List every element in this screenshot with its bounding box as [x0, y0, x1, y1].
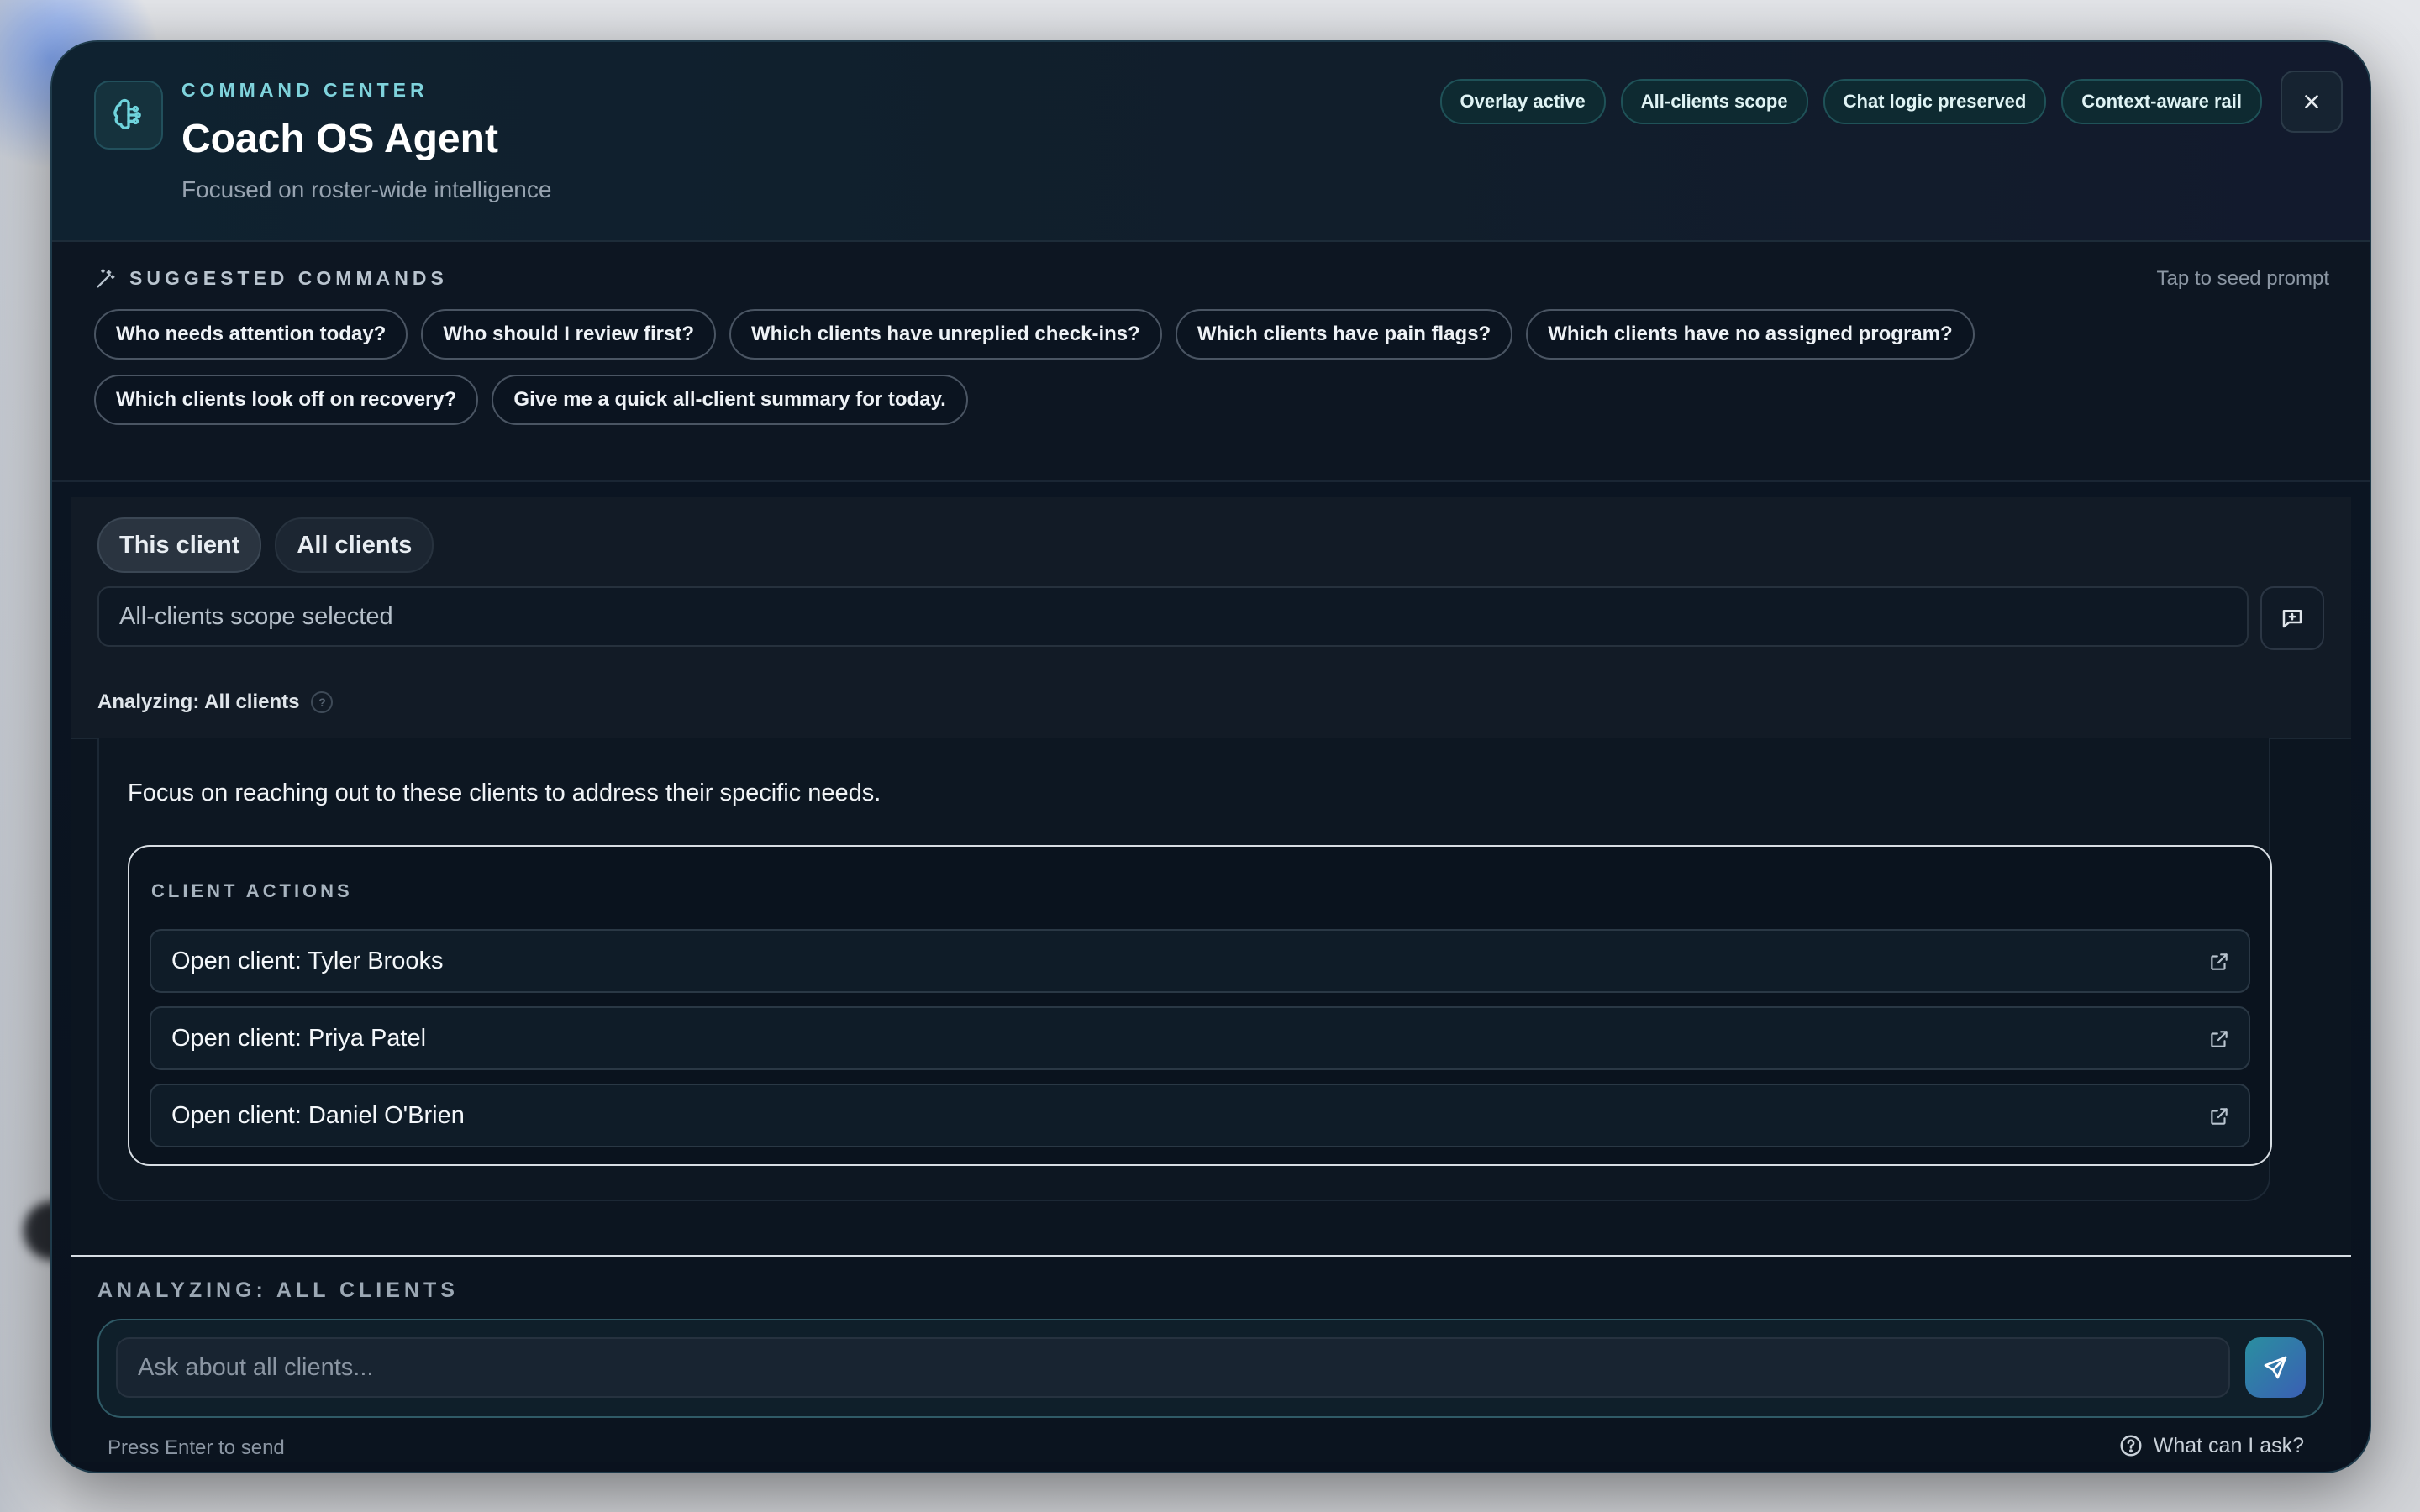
command-chip[interactable]: Who should I review first?	[421, 309, 717, 360]
status-badge: Overlay active	[1439, 79, 1606, 124]
open-client-button[interactable]: Open client: Daniel O'Brien	[150, 1084, 2250, 1147]
open-client-label: Open client: Tyler Brooks	[171, 947, 444, 974]
what-can-i-ask-link[interactable]: What can I ask?	[2118, 1433, 2304, 1458]
suggested-commands: SUGGESTED COMMANDS Tap to seed prompt Wh…	[52, 242, 2370, 482]
chat-panel: This client All clients All-clients scop…	[71, 497, 2351, 1462]
scope-tabs: This client All clients	[97, 517, 434, 573]
brain-icon	[94, 81, 163, 150]
command-center-modal: COMMAND CENTER Coach OS Agent Focused on…	[50, 40, 2371, 1473]
status-badge: All-clients scope	[1620, 79, 1808, 124]
command-chips: Who needs attention today? Who should I …	[94, 309, 2202, 425]
tab-all-clients[interactable]: All clients	[275, 517, 434, 573]
message-text: Focus on reaching out to these clients t…	[128, 780, 881, 806]
command-chip[interactable]: Who needs attention today?	[94, 309, 408, 360]
client-actions-card: CLIENT ACTIONS Open client: Tyler Brooks…	[128, 845, 2272, 1166]
modal-header: COMMAND CENTER Coach OS Agent Focused on…	[52, 42, 2370, 242]
page-title: Coach OS Agent	[182, 117, 498, 161]
scope-field[interactable]: All-clients scope selected	[97, 586, 2249, 647]
help-circle-icon[interactable]: ?	[311, 691, 334, 713]
status-badges: Overlay active All-clients scope Chat lo…	[1439, 79, 2262, 124]
command-chip[interactable]: Which clients look off on recovery?	[94, 375, 479, 425]
status-badge: Chat logic preserved	[1823, 79, 2047, 124]
header-eyebrow: COMMAND CENTER	[182, 79, 429, 101]
what-can-i-ask-label: What can I ask?	[2153, 1433, 2304, 1457]
tab-this-client[interactable]: This client	[97, 517, 262, 573]
open-client-label: Open client: Daniel O'Brien	[171, 1101, 465, 1129]
help-circle-icon	[2120, 1435, 2142, 1457]
status-badge: Context-aware rail	[2061, 79, 2262, 124]
external-link-icon	[2211, 1108, 2228, 1125]
external-link-icon	[2211, 1031, 2228, 1047]
send-button[interactable]	[2245, 1337, 2306, 1398]
composer-label: ANALYZING: ALL CLIENTS	[97, 1278, 459, 1302]
external-link-icon	[2211, 953, 2228, 970]
new-chat-button[interactable]	[2260, 586, 2324, 650]
command-chip[interactable]: Which clients have no assigned program?	[1526, 309, 1975, 360]
command-chip[interactable]: Which clients have unreplied check-ins?	[729, 309, 1162, 360]
analyzing-status: Analyzing: All clients ?	[97, 690, 334, 714]
magic-wand-icon	[97, 269, 115, 288]
chat-composer: ANALYZING: ALL CLIENTS Press Enter to se…	[71, 1255, 2351, 1462]
scope-selector: This client All clients All-clients scop…	[71, 497, 2351, 739]
close-icon	[2305, 95, 2318, 108]
page-subtitle: Focused on roster-wide intelligence	[182, 176, 552, 202]
open-client-button[interactable]: Open client: Priya Patel	[150, 1006, 2250, 1070]
message-plus-icon	[2282, 610, 2302, 628]
client-actions-label: CLIENT ACTIONS	[151, 880, 353, 901]
command-chip[interactable]: Give me a quick all-client summary for t…	[492, 375, 968, 425]
analyzing-label: Analyzing: All clients	[97, 690, 300, 713]
send-icon	[2264, 1356, 2287, 1379]
input-wrapper	[97, 1319, 2324, 1418]
open-client-label: Open client: Priya Patel	[171, 1024, 427, 1052]
chat-input[interactable]	[116, 1337, 2230, 1398]
suggested-commands-hint: Tap to seed prompt	[2156, 267, 2329, 290]
suggested-commands-label: SUGGESTED COMMANDS	[129, 267, 448, 289]
send-hint: Press Enter to send	[108, 1436, 285, 1459]
close-button[interactable]	[2281, 71, 2343, 133]
command-chip[interactable]: Which clients have pain flags?	[1175, 309, 1513, 360]
open-client-button[interactable]: Open client: Tyler Brooks	[150, 929, 2250, 993]
assistant-message: Focus on reaching out to these clients t…	[97, 738, 2272, 1201]
